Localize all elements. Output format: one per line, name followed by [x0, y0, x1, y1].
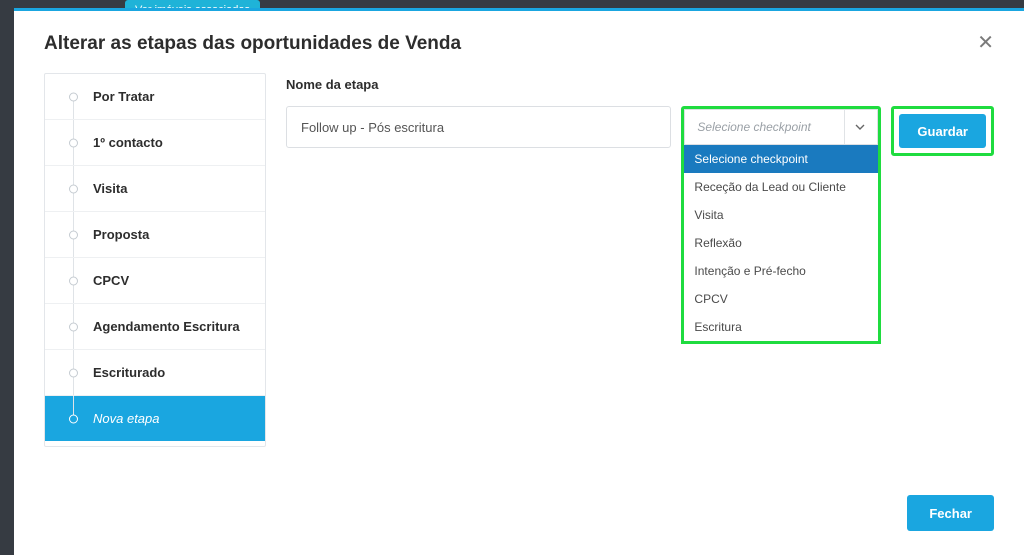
save-button[interactable]: Guardar	[899, 114, 986, 148]
step-item-proposta[interactable]: Proposta	[45, 212, 265, 258]
step-label: CPCV	[93, 273, 129, 288]
step-item-nova-etapa[interactable]: Nova etapa	[45, 396, 265, 441]
stage-name-label: Nome da etapa	[286, 73, 994, 92]
checkpoint-option-placeholder[interactable]: Selecione checkpoint	[684, 145, 878, 173]
modal-footer: Fechar	[14, 479, 1024, 555]
modal-header: Alterar as etapas das oportunidades de V…	[14, 11, 1024, 73]
step-item-cpcv[interactable]: CPCV	[45, 258, 265, 304]
step-item-escriturado[interactable]: Escriturado	[45, 350, 265, 396]
step-label: Agendamento Escritura	[93, 319, 240, 334]
modal-body: Por Tratar 1º contacto Visita Proposta C…	[14, 73, 1024, 479]
step-item-por-tratar[interactable]: Por Tratar	[45, 74, 265, 120]
stage-name-input[interactable]	[286, 106, 671, 148]
checkpoint-select-highlight: Selecione checkpoint Selecione checkpoin…	[681, 106, 881, 148]
step-label: Escriturado	[93, 365, 165, 380]
form-row: Selecione checkpoint Selecione checkpoin…	[286, 106, 994, 156]
checkpoint-select[interactable]: Selecione checkpoint	[684, 109, 878, 145]
checkpoint-option-escritura[interactable]: Escritura	[684, 313, 878, 341]
step-item-visita[interactable]: Visita	[45, 166, 265, 212]
checkpoint-option-rececao-lead[interactable]: Receção da Lead ou Cliente	[684, 173, 878, 201]
close-button[interactable]: Fechar	[907, 495, 994, 531]
close-icon[interactable]: ✕	[977, 33, 994, 53]
checkpoint-option-cpcv[interactable]: CPCV	[684, 285, 878, 313]
steps-sidebar: Por Tratar 1º contacto Visita Proposta C…	[44, 73, 266, 447]
save-button-highlight: Guardar	[891, 106, 994, 156]
step-item-agendamento-escritura[interactable]: Agendamento Escritura	[45, 304, 265, 350]
checkpoint-option-intencao-pre-fecho[interactable]: Intenção e Pré-fecho	[684, 257, 878, 285]
checkpoint-option-visita[interactable]: Visita	[684, 201, 878, 229]
form-content: Nome da etapa Selecione checkpoint Selec…	[286, 73, 994, 479]
chevron-down-icon	[844, 110, 865, 144]
step-item-1o-contacto[interactable]: 1º contacto	[45, 120, 265, 166]
modal-title: Alterar as etapas das oportunidades de V…	[44, 33, 461, 55]
step-label: Nova etapa	[93, 411, 160, 426]
checkpoint-option-reflexao[interactable]: Reflexão	[684, 229, 878, 257]
checkpoint-placeholder: Selecione checkpoint	[697, 120, 810, 134]
step-label: Por Tratar	[93, 89, 154, 104]
edit-stages-modal: Alterar as etapas das oportunidades de V…	[14, 8, 1024, 555]
step-label: 1º contacto	[93, 135, 163, 150]
step-label: Proposta	[93, 227, 149, 242]
checkpoint-dropdown: Selecione checkpoint Receção da Lead ou …	[681, 145, 881, 344]
step-label: Visita	[93, 181, 127, 196]
